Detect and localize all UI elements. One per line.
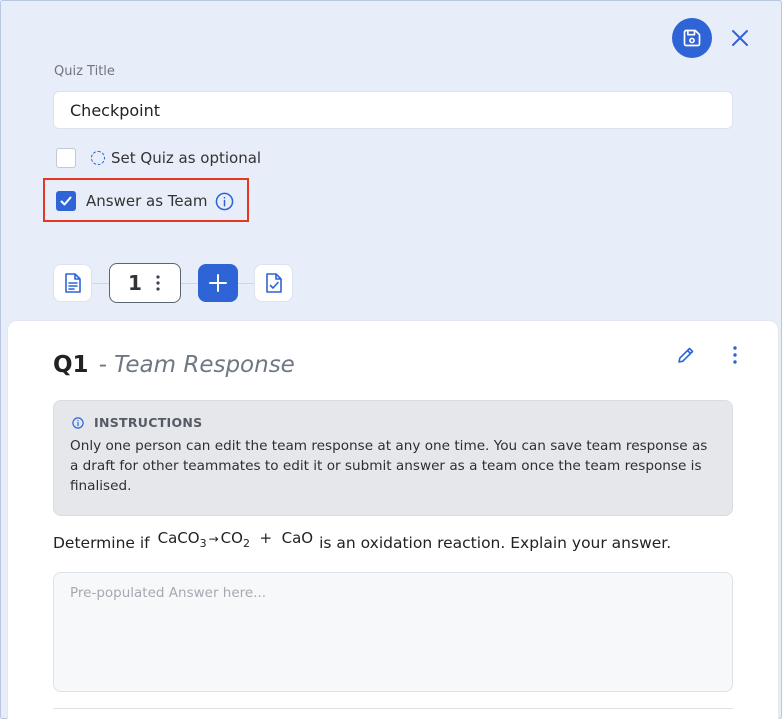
step-review-button[interactable] xyxy=(254,264,293,302)
optional-checkbox[interactable] xyxy=(56,148,76,168)
more-vertical-icon[interactable] xyxy=(156,274,160,296)
instructions-text: Only one person can edit the team respon… xyxy=(70,438,708,494)
add-question-button[interactable] xyxy=(198,264,238,302)
prompt-before: Determine if xyxy=(53,533,150,552)
optional-row: Set Quiz as optional xyxy=(56,148,261,168)
answer-input[interactable] xyxy=(53,572,733,692)
instructions-header: INSTRUCTIONS xyxy=(70,415,716,430)
optional-dashed-circle-icon xyxy=(91,151,105,165)
info-icon xyxy=(216,192,234,210)
chemical-formula: CaCO3 → CO2 + CaO xyxy=(157,529,314,550)
instructions-heading: INSTRUCTIONS xyxy=(94,415,203,430)
question-more-button[interactable] xyxy=(726,345,744,367)
save-button[interactable] xyxy=(672,18,712,58)
quiz-title-input[interactable] xyxy=(53,91,733,129)
save-icon xyxy=(683,29,701,47)
plus-icon xyxy=(209,274,227,292)
close-icon xyxy=(732,30,748,46)
team-row: Answer as Team xyxy=(56,191,234,211)
team-checkbox[interactable] xyxy=(56,191,76,211)
checklist-icon xyxy=(265,273,282,293)
prompt-after: is an oxidation reaction. Explain your a… xyxy=(319,533,672,552)
more-vertical-icon xyxy=(733,346,737,364)
edit-question-button[interactable] xyxy=(676,345,698,367)
close-button[interactable] xyxy=(728,26,752,50)
divider xyxy=(53,708,733,709)
info-icon xyxy=(72,416,84,429)
instructions-box: INSTRUCTIONS Only one person can edit th… xyxy=(53,400,733,516)
document-icon xyxy=(64,273,81,293)
step-question-1[interactable]: 1 xyxy=(109,263,181,303)
pencil-icon xyxy=(678,347,694,363)
team-label: Answer as Team xyxy=(86,192,208,210)
step-instructions-button[interactable] xyxy=(53,264,92,302)
checkmark-icon xyxy=(60,196,72,206)
question-prompt: Determine if CaCO3 → CO2 + CaO is an oxida… xyxy=(53,529,672,553)
question-number: Q1 xyxy=(53,352,89,378)
team-info-button[interactable] xyxy=(215,192,234,211)
optional-label: Set Quiz as optional xyxy=(111,149,262,167)
step-question-number: 1 xyxy=(128,271,142,295)
question-subtitle: - Team Response xyxy=(98,352,295,378)
question-title: Q1 - Team Response xyxy=(53,352,295,378)
quiz-title-label: Quiz Title xyxy=(54,64,115,79)
